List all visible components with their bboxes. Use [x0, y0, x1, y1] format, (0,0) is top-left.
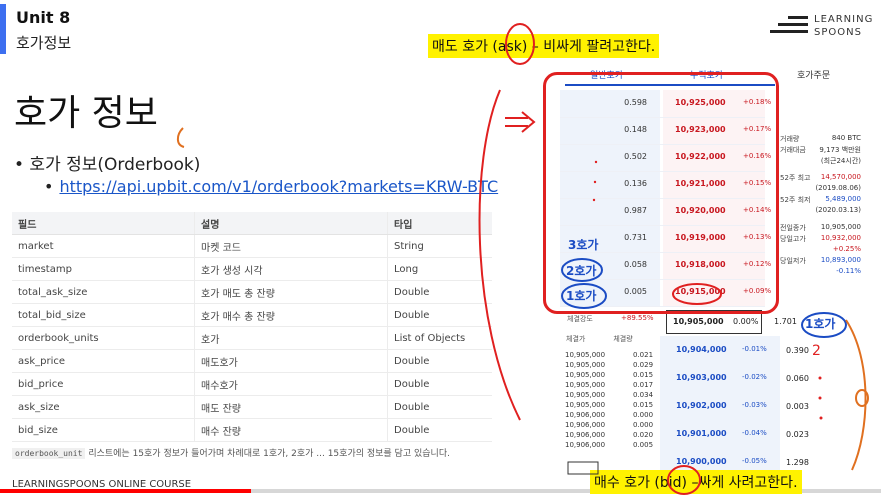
circle-2nd-ask	[561, 258, 603, 282]
arrow-right-icon	[505, 111, 536, 133]
paren-mark-icon	[176, 127, 185, 148]
circle-1st-ask-price	[672, 283, 722, 305]
circle-1st-bid	[801, 312, 847, 338]
ask-circle-annotation	[505, 23, 535, 65]
circle-1st-ask	[561, 283, 607, 309]
trade-box-annotation	[567, 461, 599, 475]
hand-drawn-annotations	[176, 23, 869, 495]
bid-circle-annotation	[667, 465, 701, 495]
curve-left-annotation	[478, 89, 521, 421]
